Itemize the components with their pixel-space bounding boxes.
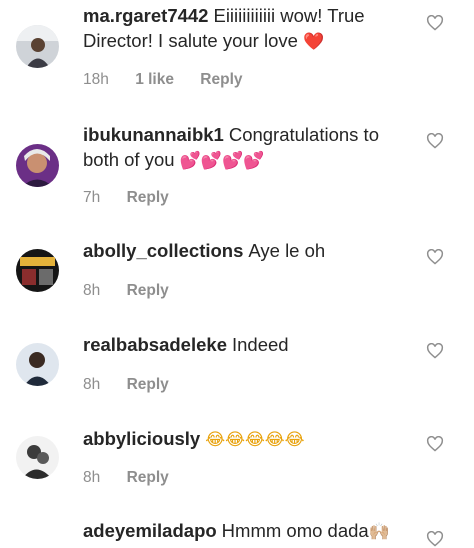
comment-meta: 8h Reply [83,282,191,300]
comment-meta: 8h Reply [83,469,191,487]
comment-time: 8h [83,469,101,486]
comment-item: realbabsadeleke Indeed 8h Reply [0,320,474,410]
likes-count[interactable]: 1 like [135,71,174,88]
heart-outline-icon[interactable] [426,15,444,31]
comment-body: Indeed [231,334,289,355]
comment-item: abbyliciously 😂😂😂😂😂 8h Reply [0,414,474,504]
avatar[interactable] [16,144,59,187]
reply-button[interactable]: Reply [127,189,169,206]
comment-username[interactable]: abolly_collections [83,240,243,261]
comment-meta: 7h Reply [83,189,191,207]
avatar[interactable] [16,249,59,292]
comment-username[interactable]: realbabsadeleke [83,334,227,355]
avatar[interactable] [16,25,59,68]
raised-hands-emoji: 🙌🏼 [368,522,390,542]
comment-body: Aye le oh [248,240,326,261]
comment-text: ibukunannaibk1 Congratulations to both of… [83,122,413,174]
comment-username[interactable]: abbyliciously [83,428,200,449]
comment-text: abbyliciously 😂😂😂😂😂 [83,426,413,453]
heart-outline-icon[interactable] [426,436,444,452]
hearts-emoji: 💕💕💕💕 [179,151,265,171]
comment-meta: 18h 1 like Reply [83,71,265,89]
heart-outline-icon[interactable] [426,343,444,359]
comment-username[interactable]: ma.rgaret7442 [83,5,208,26]
comment-item: ibukunannaibk1 Congratulations to both of… [0,110,474,214]
comment-meta: 8h Reply [83,376,191,394]
comment-item: abolly_collections Aye le oh 8h Reply [0,226,474,316]
comment-time: 7h [83,189,101,206]
heart-outline-icon[interactable] [426,249,444,265]
comment-time: 8h [83,376,101,393]
comment-body: Hmmm omo dada [221,520,369,541]
comment-item: adeyemiladapo Hmmm omo dada🙌🏼 [0,506,474,548]
avatar[interactable] [16,436,59,479]
comment-time: 8h [83,282,101,299]
heart-outline-icon[interactable] [426,531,444,547]
comment-username[interactable]: ibukunannaibk1 [83,124,224,145]
reply-button[interactable]: Reply [127,376,169,393]
reply-button[interactable]: Reply [127,469,169,486]
comment-text: realbabsadeleke Indeed [83,332,413,357]
comment-text: ma.rgaret7442 Eiiiiiiiiiiii wow! True Dir… [83,3,413,55]
comment-text: adeyemiladapo Hmmm omo dada🙌🏼 [83,518,413,545]
laughing-emoji: 😂😂😂😂😂 [205,430,305,450]
heart-emoji: ❤️ [303,32,325,52]
reply-button[interactable]: Reply [127,282,169,299]
comment-username[interactable]: adeyemiladapo [83,520,217,541]
avatar[interactable] [16,343,59,386]
comment-time: 18h [83,71,109,88]
reply-button[interactable]: Reply [200,71,242,88]
heart-outline-icon[interactable] [426,133,444,149]
comment-item: ma.rgaret7442 Eiiiiiiiiiiii wow! True Dir… [0,0,474,108]
comment-text: abolly_collections Aye le oh [83,238,413,263]
